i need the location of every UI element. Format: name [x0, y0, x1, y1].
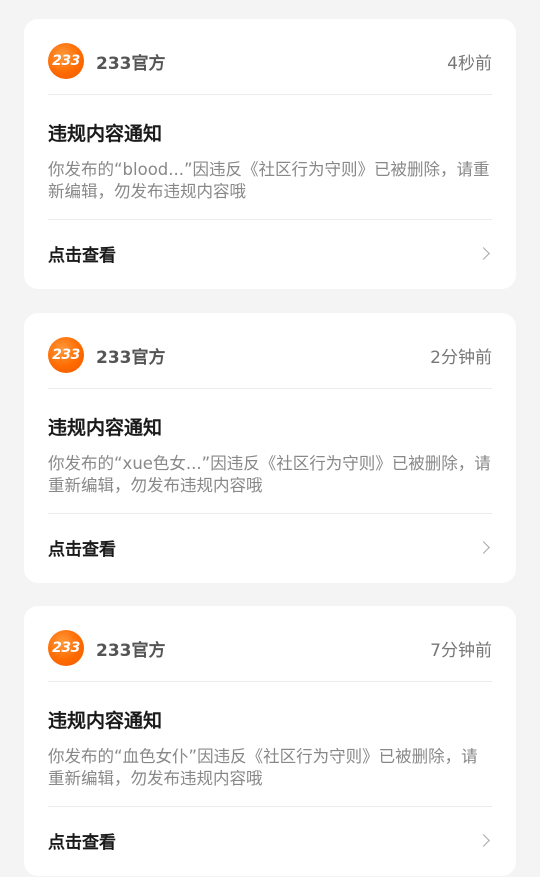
divider: [48, 388, 492, 389]
chevron-right-icon: [477, 246, 490, 260]
view-details-link[interactable]: 点击查看: [48, 535, 116, 560]
view-details-row[interactable]: 点击查看: [48, 239, 492, 267]
notification-title: 违规内容通知: [48, 710, 163, 732]
card-header: 233 233官方 4秒前: [48, 41, 492, 81]
sender-avatar: 233: [48, 337, 84, 373]
divider: [48, 94, 492, 95]
timestamp: 7分钟前: [430, 640, 492, 661]
chevron-right-icon: [477, 540, 490, 554]
timestamp: 2分钟前: [430, 347, 492, 368]
card-header: 233 233官方 7分钟前: [48, 628, 492, 668]
sender-avatar: 233: [48, 43, 84, 79]
divider: [48, 681, 492, 682]
sender-avatar: 233: [48, 630, 84, 666]
notification-card[interactable]: 233 233官方 2分钟前 违规内容通知 你发布的“xue色女...”因违反《…: [24, 313, 516, 583]
avatar-logo-text: 233: [52, 347, 80, 363]
sender-name: 233官方: [96, 640, 166, 661]
divider: [48, 513, 492, 514]
notification-title: 违规内容通知: [48, 123, 163, 145]
view-details-row[interactable]: 点击查看: [48, 533, 492, 561]
avatar-logo-text: 233: [52, 53, 80, 69]
notification-title: 违规内容通知: [48, 417, 163, 439]
divider: [48, 219, 492, 220]
notification-card[interactable]: 233 233官方 4秒前 违规内容通知 你发布的“blood...”因违反《社…: [24, 19, 516, 289]
notification-message: 你发布的“blood...”因违反《社区行为守则》已被删除，请重新编辑，勿发布违…: [48, 160, 490, 201]
view-details-row[interactable]: 点击查看: [48, 826, 492, 854]
notification-message: 你发布的“xue色女...”因违反《社区行为守则》已被删除，请重新编辑，勿发布违…: [48, 454, 491, 495]
divider: [48, 806, 492, 807]
view-details-link[interactable]: 点击查看: [48, 828, 116, 853]
chevron-right-icon: [477, 833, 490, 847]
notification-card[interactable]: 233 233官方 7分钟前 违规内容通知 你发布的“血色女仆”因违反《社区行为…: [24, 606, 516, 876]
sender-name: 233官方: [96, 347, 166, 368]
view-details-link[interactable]: 点击查看: [48, 241, 116, 266]
timestamp: 4秒前: [447, 53, 492, 74]
notification-message: 你发布的“血色女仆”因违反《社区行为守则》已被删除，请重新编辑，勿发布违规内容哦: [48, 747, 478, 788]
card-header: 233 233官方 2分钟前: [48, 335, 492, 375]
avatar-logo-text: 233: [52, 640, 80, 656]
sender-name: 233官方: [96, 53, 166, 74]
notification-list: 233 233官方 4秒前 违规内容通知 你发布的“blood...”因违反《社…: [0, 0, 540, 877]
